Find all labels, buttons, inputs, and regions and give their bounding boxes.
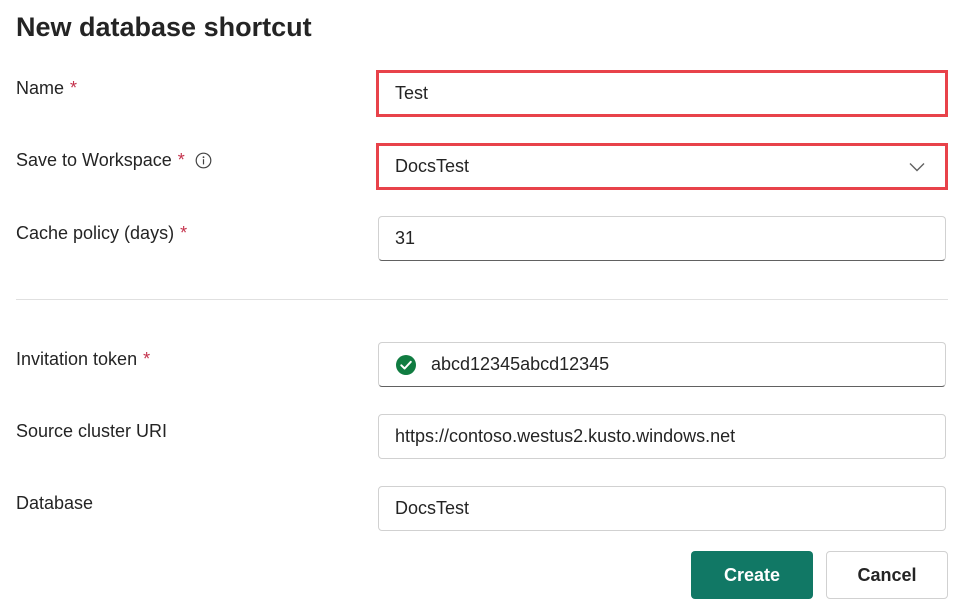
source-cluster-uri-label: Source cluster URI — [16, 421, 167, 442]
required-marker: * — [177, 150, 185, 170]
workspace-label-text: Save to Workspace — [16, 150, 172, 170]
cancel-button[interactable]: Cancel — [826, 551, 948, 599]
workspace-label: Save to Workspace * — [16, 150, 213, 171]
invitation-token-input[interactable]: abcd12345abcd12345 — [378, 342, 946, 387]
source-cluster-uri-input[interactable]: https://contoso.westus2.kusto.windows.ne… — [378, 414, 946, 459]
workspace-dropdown[interactable]: DocsTest — [376, 143, 948, 190]
chevron-down-icon — [909, 162, 925, 171]
source-cluster-uri-label-text: Source cluster URI — [16, 421, 168, 441]
cache-policy-label-text: Cache policy (days) — [16, 223, 175, 243]
invitation-token-value: abcd12345abcd12345 — [431, 354, 610, 374]
source-cluster-uri-value: https://contoso.westus2.kusto.windows.ne… — [395, 426, 736, 446]
name-label: Name * — [16, 78, 77, 99]
invitation-token-label-text: Invitation token — [16, 349, 138, 369]
database-input[interactable]: DocsTest — [378, 486, 946, 531]
section-divider — [16, 299, 948, 300]
dialog-title: New database shortcut — [16, 12, 312, 42]
info-icon[interactable] — [195, 152, 213, 170]
create-button[interactable]: Create — [691, 551, 813, 599]
cache-policy-input[interactable]: 31 — [378, 216, 946, 261]
cache-policy-label: Cache policy (days) * — [16, 223, 187, 244]
database-label: Database — [16, 493, 93, 514]
database-value: DocsTest — [395, 498, 470, 518]
name-input[interactable]: Test — [376, 70, 948, 117]
required-marker: * — [143, 349, 151, 369]
invitation-token-label: Invitation token * — [16, 349, 150, 370]
new-database-shortcut-dialog: New database shortcut Name * Test Save t… — [0, 0, 963, 608]
name-input-value: Test — [395, 83, 429, 103]
required-marker: * — [180, 223, 188, 243]
required-marker: * — [70, 78, 78, 98]
workspace-dropdown-value: DocsTest — [395, 156, 470, 176]
database-label-text: Database — [16, 493, 94, 513]
check-circle-icon — [396, 354, 416, 375]
name-label-text: Name — [16, 78, 65, 98]
cache-policy-input-value: 31 — [395, 228, 416, 248]
